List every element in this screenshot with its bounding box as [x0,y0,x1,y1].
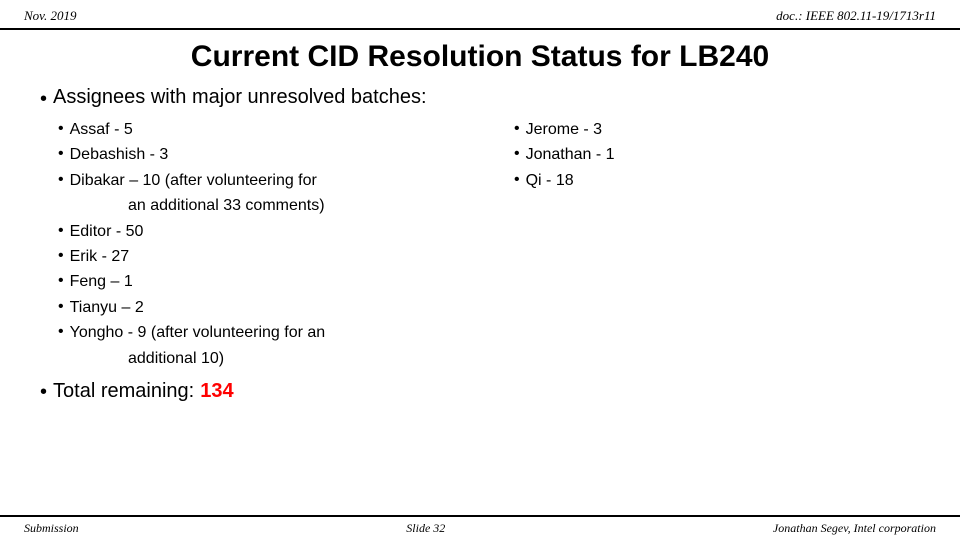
indented-text: additional 10) [48,348,464,370]
footer-submission: Submission [24,521,79,536]
bullet-dot: • [58,272,64,290]
bullet-dot: • [58,171,64,189]
bullet-dot: • [40,88,47,111]
item-text: Jerome - 3 [526,119,602,141]
list-item: • Jerome - 3 [504,119,920,141]
footer: Submission Slide 32 Jonathan Segev, Inte… [0,515,960,540]
bullet-dot: • [514,145,520,163]
main-content: • Assignees with major unresolved batche… [0,80,960,418]
item-text: Assaf - 5 [70,119,133,141]
list-item: • Editor - 50 [48,221,464,243]
list-item: • Feng – 1 [48,271,464,293]
bullet-dot: • [40,381,47,404]
item-text: Tianyu – 2 [70,297,144,319]
footer-author: Jonathan Segev, Intel corporation [773,521,936,536]
bullet-dot: • [58,120,64,138]
item-text: Erik - 27 [70,246,130,268]
bullet-dot: • [514,171,520,189]
total-remaining: • Total remaining: 134 [40,379,920,404]
header-date: Nov. 2019 [24,8,76,24]
total-number: 134 [200,380,233,403]
indented-text: an additional 33 comments) [48,195,464,217]
total-label: Total remaining: [53,380,194,403]
item-text: Qi - 18 [526,170,574,192]
assignees-bullet: • Assignees with major unresolved batche… [40,86,920,111]
right-column: • Jerome - 3 • Jonathan - 1 • Qi - 18 [484,119,920,373]
bullet-dot: • [58,298,64,316]
bullet-dot: • [514,120,520,138]
item-text: Debashish - 3 [70,144,169,166]
list-item: • Erik - 27 [48,246,464,268]
title-section: Current CID Resolution Status for LB240 [0,30,960,80]
list-item: • Qi - 18 [504,170,920,192]
bullet-dot: • [58,145,64,163]
page-title: Current CID Resolution Status for LB240 [20,40,940,74]
footer-slide: Slide 32 [406,521,445,536]
bullet-dot: • [58,222,64,240]
assignees-label: Assignees with major unresolved batches: [53,86,427,109]
list-item: • Tianyu – 2 [48,297,464,319]
item-text: Jonathan - 1 [526,144,615,166]
list-item: • Yongho - 9 (after volunteering for an [48,322,464,344]
list-item: • Jonathan - 1 [504,144,920,166]
slide: Nov. 2019 doc.: IEEE 802.11-19/1713r11 C… [0,0,960,540]
list-item: • Dibakar – 10 (after volunteering for [48,170,464,192]
header-doc: doc.: IEEE 802.11-19/1713r11 [776,8,936,24]
bullet-dot: • [58,247,64,265]
item-text: Feng – 1 [70,271,133,293]
item-text: Editor - 50 [70,221,144,243]
list-item: • Debashish - 3 [48,144,464,166]
bullet-dot: • [58,323,64,341]
left-column: • Assaf - 5 • Debashish - 3 • Dibakar – … [48,119,484,373]
list-item: • Assaf - 5 [48,119,464,141]
header: Nov. 2019 doc.: IEEE 802.11-19/1713r11 [0,0,960,30]
two-col-layout: • Assaf - 5 • Debashish - 3 • Dibakar – … [48,119,920,373]
item-text: Yongho - 9 (after volunteering for an [70,322,326,344]
item-text: Dibakar – 10 (after volunteering for [70,170,317,192]
